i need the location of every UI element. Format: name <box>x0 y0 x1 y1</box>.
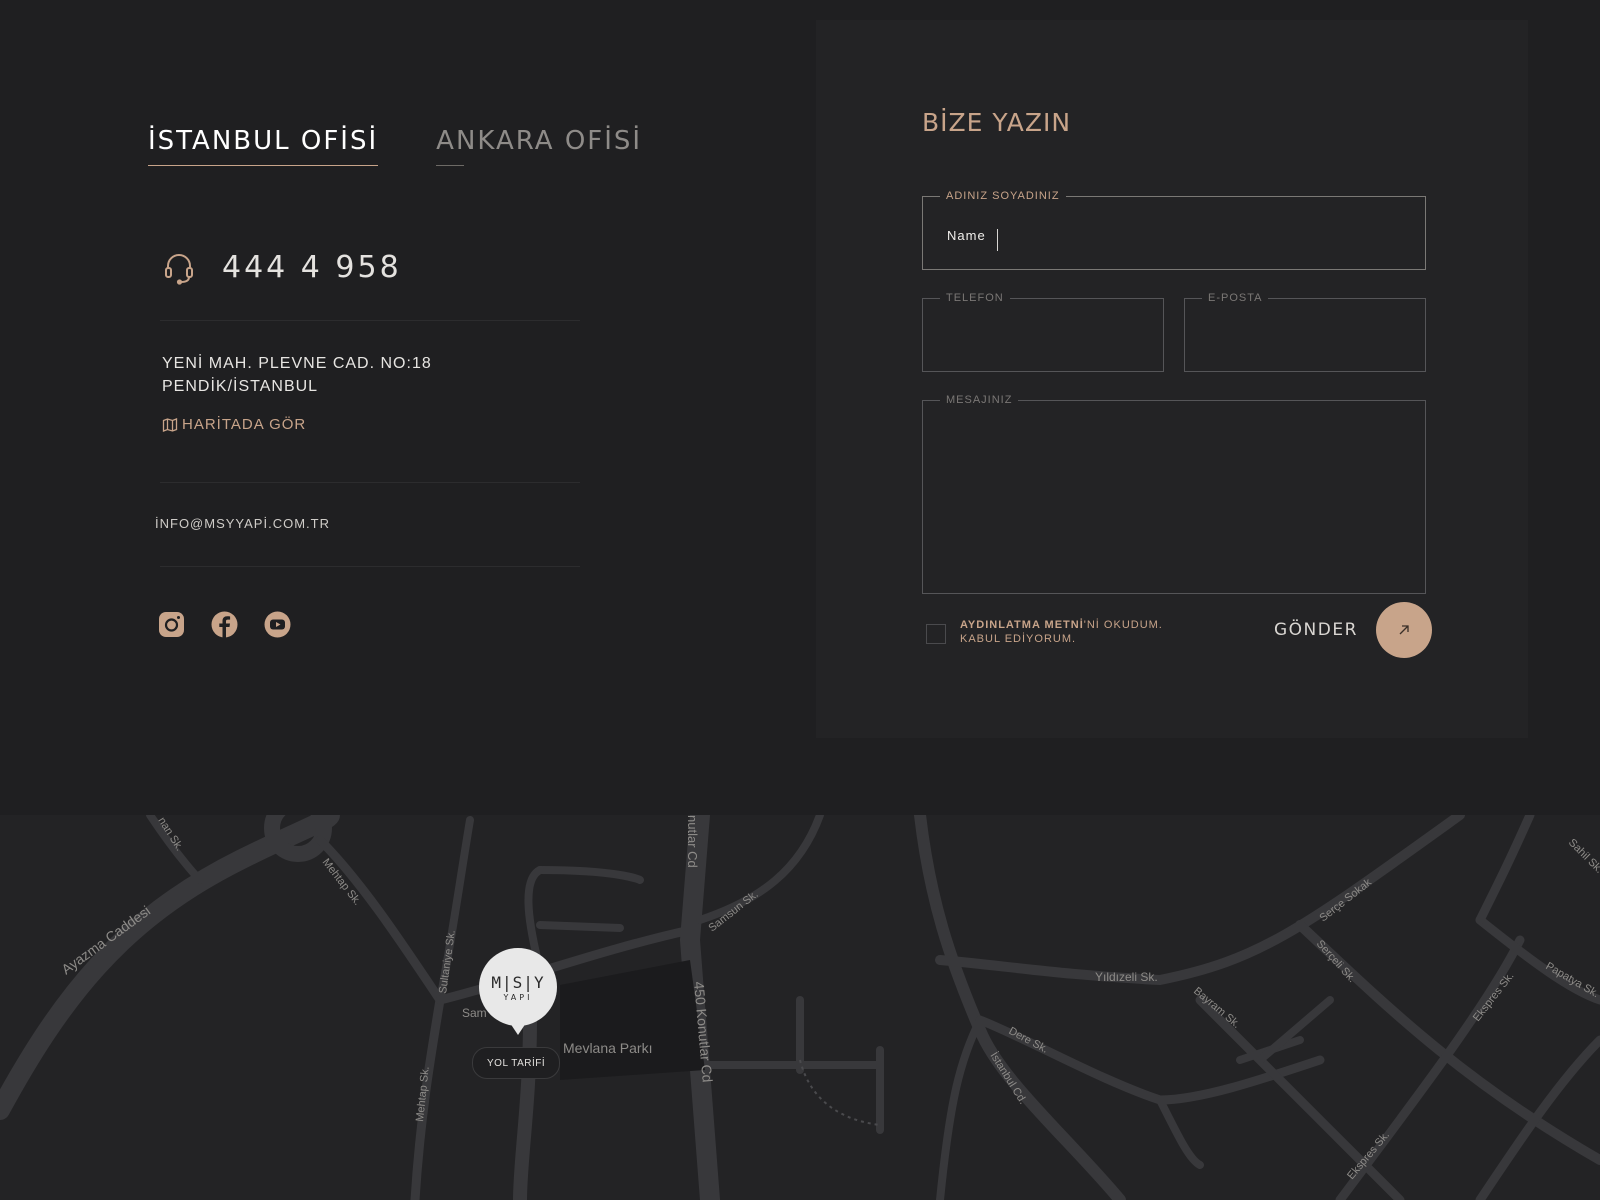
location-pin[interactable]: M|S|Y YAPI <box>479 948 557 1035</box>
street-label: İstanbul Cd. <box>987 1050 1029 1107</box>
street-label: Papatya Sk. <box>1544 960 1600 1000</box>
consent-suffix: 'Nİ OKUDUM. <box>1083 619 1163 631</box>
text-caret <box>997 229 998 251</box>
instagram-icon[interactable] <box>158 611 185 638</box>
divider <box>160 482 580 483</box>
park-label: Mevlana Parkı <box>563 1040 652 1056</box>
form-title: BİZE YAZIN <box>922 108 1072 137</box>
office-tabs: İSTANBUL OFİSİ ANKARA OFİSİ <box>148 126 642 166</box>
headset-icon <box>165 253 193 285</box>
address: YENİ MAH. PLEVNE CAD. NO:18 PENDİK/İSTAN… <box>162 352 432 398</box>
email-link[interactable]: İNFO@MSYYAPİ.COM.TR <box>155 516 330 531</box>
facebook-icon[interactable] <box>211 611 238 638</box>
divider <box>160 320 580 321</box>
divider <box>160 566 580 567</box>
consent-text: AYDINLATMA METNİ'Nİ OKUDUM. KABUL EDİYOR… <box>960 618 1163 646</box>
contact-form-card: BİZE YAZIN ADINIZ SOYADINIZ Name TELEFON… <box>816 20 1528 738</box>
show-on-map-label: HARİTADA GÖR <box>182 416 307 433</box>
street-label: Sultaniye Sk. <box>437 929 458 994</box>
message-label: MESAJINIZ <box>946 394 1013 406</box>
street-label: Sahil Sk. <box>1566 837 1600 876</box>
privacy-notice-link[interactable]: AYDINLATMA METNİ <box>960 619 1084 631</box>
map-icon <box>162 417 178 432</box>
street-label: Serçeli Sk. <box>1314 938 1358 985</box>
map-streets: Ayazma Caddesi Mehtap Sk. Mehtap Sk. Sul… <box>0 815 1600 1200</box>
submit-label: GÖNDER <box>1274 620 1358 640</box>
tab-ankara-office[interactable]: ANKARA OFİSİ <box>436 126 642 166</box>
directions-button[interactable]: YOL TARİFİ <box>472 1047 561 1079</box>
street-label: Bayram Sk. <box>1191 985 1242 1031</box>
phone-field[interactable]: TELEFON <box>922 292 1164 372</box>
submit-circle[interactable] <box>1375 602 1432 658</box>
address-line-2: PENDİK/İSTANBUL <box>162 378 319 395</box>
street-label: Dere Sk. <box>1007 1025 1050 1056</box>
name-field[interactable]: ADINIZ SOYADINIZ Name <box>922 190 1426 270</box>
arrow-up-right-icon <box>1399 625 1409 635</box>
contact-section: İSTANBUL OFİSİ ANKARA OFİSİ 444 4 958 YE… <box>0 0 1600 815</box>
social-links <box>158 611 291 638</box>
consent-row: AYDINLATMA METNİ'Nİ OKUDUM. KABUL EDİYOR… <box>926 618 1163 646</box>
map[interactable]: Ayazma Caddesi Mehtap Sk. Mehtap Sk. Sul… <box>0 815 1600 1200</box>
name-label: ADINIZ SOYADINIZ <box>946 190 1060 202</box>
email-field[interactable]: E-POSTA <box>1184 292 1426 372</box>
name-input-value[interactable]: Name <box>947 228 986 243</box>
message-field[interactable]: MESAJINIZ <box>922 394 1426 594</box>
consent-checkbox[interactable] <box>926 624 946 644</box>
street-label: Serçe Sokak <box>1317 876 1374 924</box>
youtube-icon[interactable] <box>264 611 291 638</box>
tab-istanbul-office[interactable]: İSTANBUL OFİSİ <box>148 126 379 166</box>
street-label: Yıldızeli Sk. <box>1095 970 1158 984</box>
email-label: E-POSTA <box>1208 292 1263 304</box>
consent-line-2: KABUL EDİYORUM. <box>960 633 1077 645</box>
show-on-map-link[interactable]: HARİTADA GÖR <box>162 416 306 433</box>
pin-logo: M|S|Y <box>491 972 545 992</box>
street-label: nutlar Cd <box>685 815 700 868</box>
phone-number[interactable]: 444 4 958 <box>222 250 402 285</box>
submit-button[interactable]: GÖNDER <box>1274 602 1432 658</box>
street-label: Sam <box>462 1006 487 1020</box>
phone-label: TELEFON <box>946 292 1004 304</box>
address-line-1: YENİ MAH. PLEVNE CAD. NO:18 <box>162 355 432 372</box>
phone-row[interactable]: 444 4 958 <box>162 250 402 285</box>
pin-subtitle: YAPI <box>503 992 533 1002</box>
